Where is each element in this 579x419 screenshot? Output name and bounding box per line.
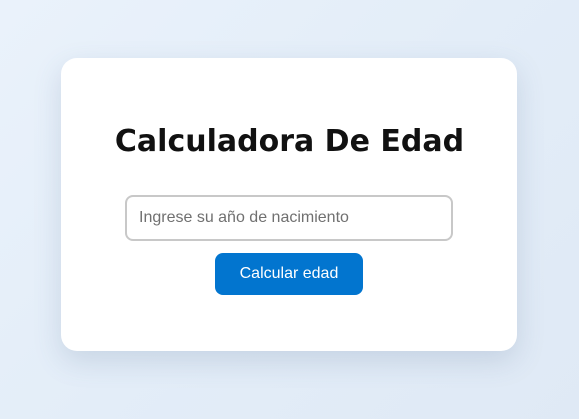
calculate-age-button[interactable]: Calcular edad: [215, 253, 363, 295]
page-title: Calculadora De Edad: [114, 124, 465, 159]
birth-year-input[interactable]: [125, 195, 453, 241]
